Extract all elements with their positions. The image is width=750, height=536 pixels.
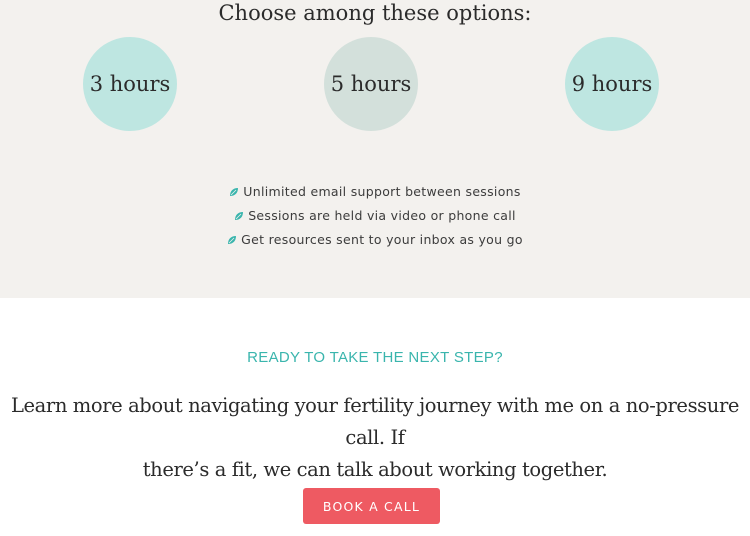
option-9-hours[interactable]: 9 hours (565, 37, 659, 131)
feature-item: Sessions are held via video or phone cal… (0, 204, 750, 228)
cta-description: Learn more about navigating your fertili… (0, 390, 750, 486)
option-label: 9 hours (571, 72, 653, 96)
feature-text: Get resources sent to your inbox as you … (241, 232, 523, 247)
feature-text: Unlimited email support between sessions (243, 184, 521, 199)
option-label: 5 hours (330, 72, 412, 96)
feature-list: Unlimited email support between sessions… (0, 180, 750, 252)
cta-kicker: READY TO TAKE THE NEXT STEP? (247, 349, 503, 366)
book-a-call-button[interactable]: BOOK A CALL (303, 488, 440, 524)
feature-item: Get resources sent to your inbox as you … (0, 228, 750, 252)
feature-text: Sessions are held via video or phone cal… (248, 208, 516, 223)
option-3-hours[interactable]: 3 hours (83, 37, 177, 131)
leaf-icon (235, 212, 244, 220)
leaf-icon (230, 188, 239, 196)
cta-text-line-1: Learn more about navigating your fertili… (10, 394, 739, 449)
leaf-icon (228, 236, 237, 244)
cta-text-line-2: there’s a fit, we can talk about working… (142, 458, 608, 481)
feature-item: Unlimited email support between sessions (0, 180, 750, 204)
options-section: Choose among these options: 3 hours 5 ho… (0, 0, 750, 298)
option-5-hours[interactable]: 5 hours (324, 37, 418, 131)
option-label: 3 hours (89, 72, 171, 96)
options-heading: Choose among these options: (218, 1, 532, 25)
